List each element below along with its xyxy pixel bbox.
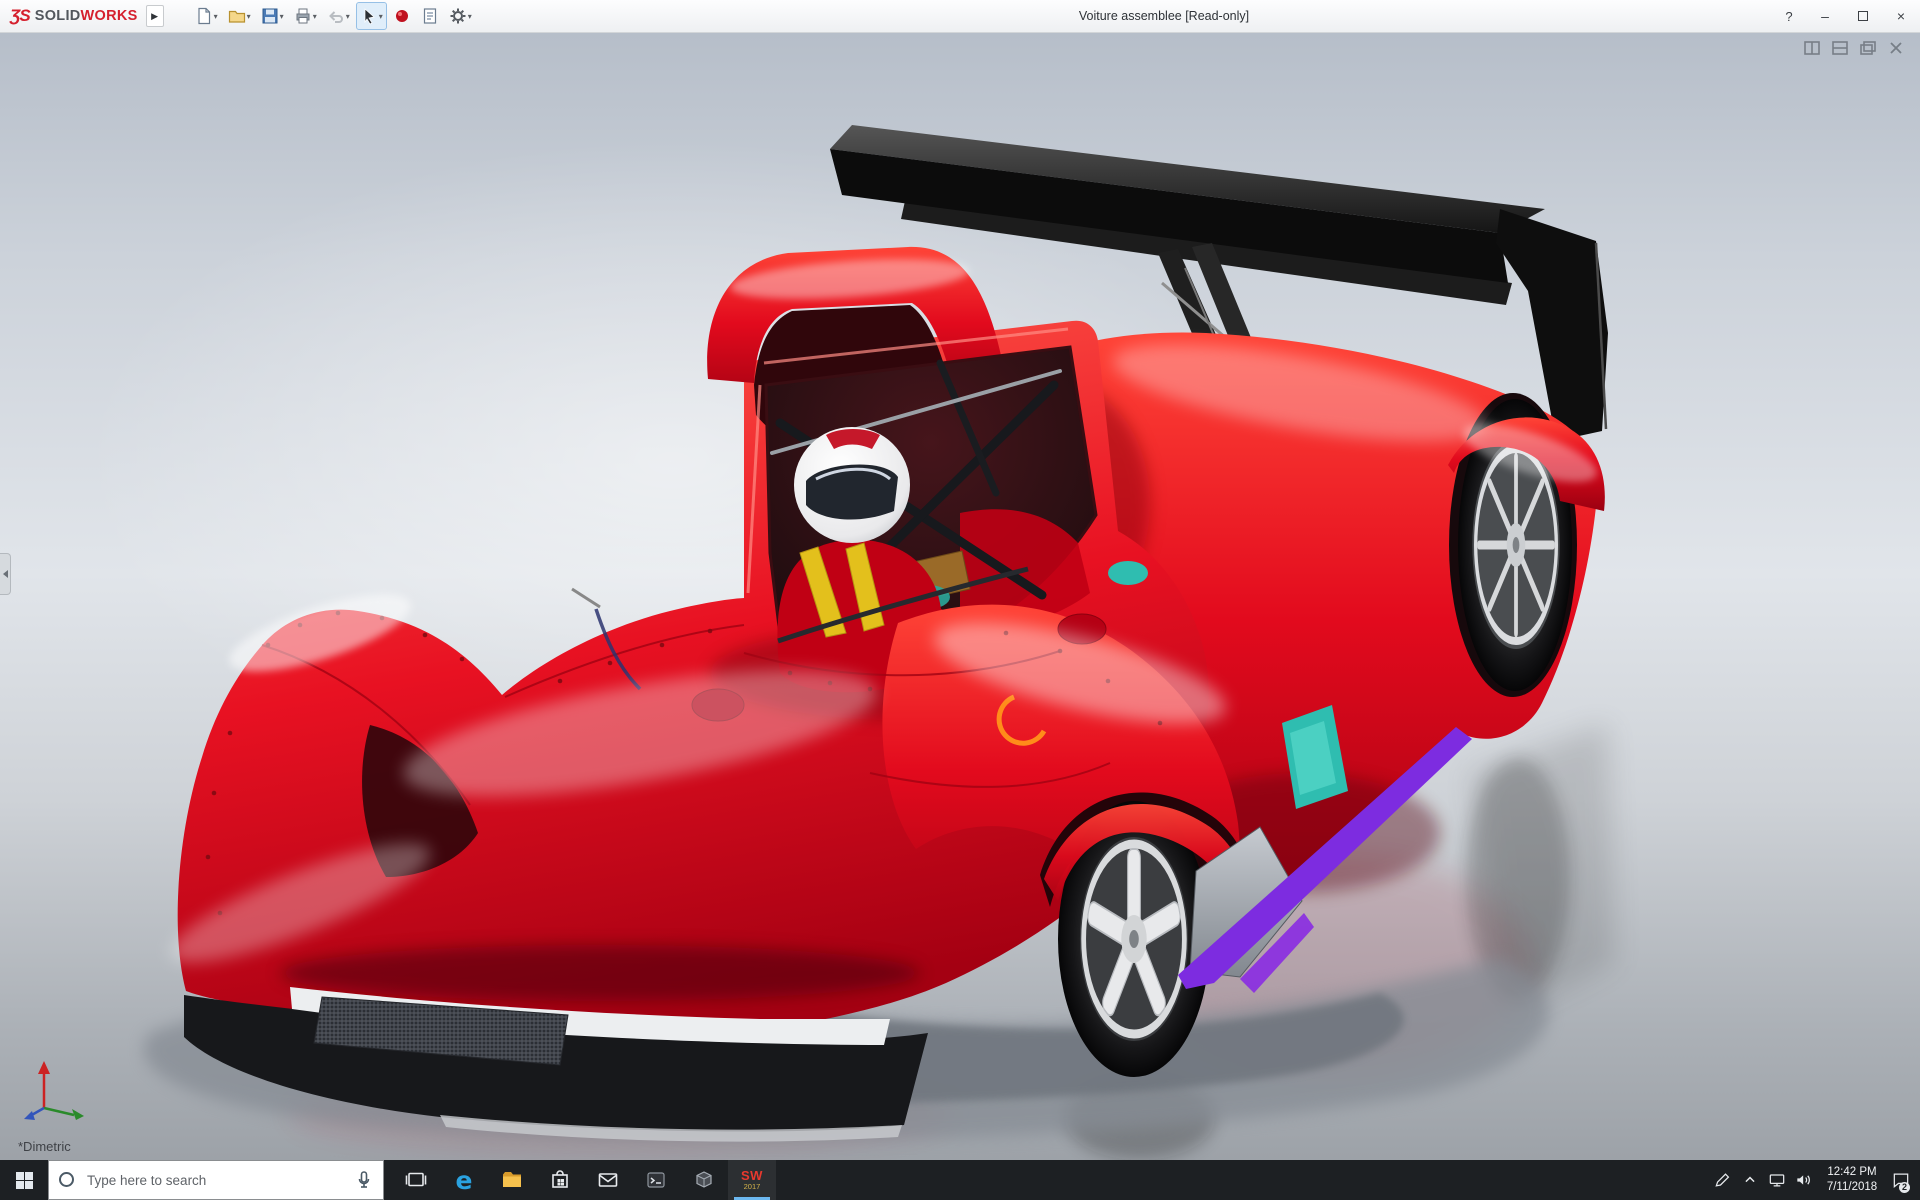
save-icon [262, 8, 278, 24]
new-document-button[interactable]: ▾ [192, 3, 221, 29]
volume-button[interactable] [1790, 1160, 1817, 1200]
chevron-down-icon: ▾ [213, 11, 218, 21]
viewport-restore-icon[interactable] [1858, 39, 1878, 57]
close-button[interactable]: × [1882, 0, 1920, 32]
edge-button[interactable]: e [440, 1160, 488, 1200]
cortana-circle-icon [59, 1172, 74, 1187]
print-icon [296, 8, 310, 24]
store-button[interactable] [536, 1160, 584, 1200]
terminal-icon [647, 1172, 665, 1188]
windows-ink-button[interactable] [1709, 1160, 1736, 1200]
new-document-icon [198, 7, 210, 25]
undo-button[interactable]: ▾ [324, 3, 353, 29]
windows-logo-icon [15, 1171, 33, 1189]
taskbar-search [48, 1160, 384, 1200]
hidden-icons-button[interactable] [1736, 1160, 1763, 1200]
file-properties-icon [423, 8, 436, 24]
solidworks-taskbar-button[interactable]: SW 2017 [728, 1160, 776, 1200]
undo-icon [328, 11, 343, 23]
start-button[interactable] [0, 1160, 48, 1200]
featuremanager-collapsed-tab[interactable] [0, 553, 11, 595]
taskbar-clock[interactable]: 12:42 PM 7/11/2018 [1817, 1165, 1887, 1195]
taskbar: e [0, 1160, 1920, 1200]
clock-time: 12:42 PM [1827, 1165, 1877, 1178]
network-button[interactable] [1763, 1160, 1790, 1200]
cube-icon [696, 1171, 712, 1188]
select-tool-button[interactable]: ▾ [355, 2, 387, 30]
action-center-button[interactable]: 2 [1887, 1160, 1914, 1200]
solidworks-icon: SW 2017 [741, 1168, 763, 1192]
chevron-down-icon: ▾ [279, 11, 284, 21]
orientation-triad [24, 1061, 84, 1120]
chevron-down-icon: ▾ [246, 11, 251, 21]
open-button[interactable]: ▾ [225, 3, 254, 29]
viewport-window-controls [1802, 39, 1906, 57]
triad-y-axis [38, 1061, 50, 1108]
rebuild-button[interactable] [390, 3, 414, 29]
front-wheel-rim [1079, 837, 1189, 1041]
save-button[interactable]: ▾ [258, 3, 287, 29]
store-bag-icon [552, 1170, 568, 1188]
window-controls: ? – × [1772, 0, 1920, 32]
restore-icon [1858, 11, 1868, 21]
viewport-split-horizontal-icon[interactable] [1830, 39, 1850, 57]
viewport-close-icon[interactable] [1886, 39, 1906, 57]
rebuild-icon [395, 10, 408, 22]
minimize-button[interactable]: – [1806, 0, 1844, 32]
chevron-up-icon [1744, 1176, 1755, 1183]
ds-logo-mark: ƷS [10, 6, 31, 25]
solidworks-logo: ƷS SOLIDWORKS [0, 6, 138, 26]
edge-icon: e [455, 1165, 473, 1195]
titlebar: ƷS SOLIDWORKS ▶ ▾ ▾ ▾ ▾ ▾ ▾ ▾ Voiture as… [0, 0, 1920, 33]
folder-icon [503, 1172, 521, 1187]
clock-date: 7/11/2018 [1826, 1181, 1878, 1193]
chevron-down-icon: ▾ [378, 11, 383, 21]
viewport-split-vertical-icon[interactable] [1802, 39, 1822, 57]
help-button[interactable]: ? [1772, 0, 1806, 32]
terminal-app-button[interactable] [632, 1160, 680, 1200]
pen-icon [1714, 1173, 1729, 1187]
brand-text: SOLIDWORKS [34, 8, 138, 24]
viewport-3d[interactable]: *Dimetric [0, 33, 1920, 1160]
options-gear-icon [450, 8, 466, 24]
task-view-button[interactable] [392, 1160, 440, 1200]
view-orientation-label: *Dimetric [18, 1139, 71, 1154]
notification-badge: 2 [1899, 1182, 1910, 1193]
triad-x-axis [43, 1106, 84, 1120]
quick-access-toolbar: ▾ ▾ ▾ ▾ ▾ ▾ ▾ [192, 2, 475, 30]
menu-flyout-button[interactable]: ▶ [145, 5, 164, 27]
chevron-down-icon: ▾ [312, 11, 317, 21]
chevron-right-icon: ▶ [151, 10, 159, 21]
app-window: ƷS SOLIDWORKS ▶ ▾ ▾ ▾ ▾ ▾ ▾ ▾ Voiture as… [0, 0, 1920, 1200]
search-input[interactable] [48, 1160, 384, 1200]
system-tray: 12:42 PM 7/11/2018 2 [1709, 1160, 1920, 1200]
speaker-icon [1796, 1175, 1810, 1185]
restore-button[interactable] [1844, 0, 1882, 32]
helmet-visor [806, 464, 898, 520]
triad-z-axis [24, 1106, 45, 1120]
cube-app-button[interactable] [680, 1160, 728, 1200]
open-folder-icon [228, 10, 245, 23]
window-title: Voiture assemblee [Read-only] [1078, 9, 1250, 23]
mail-button[interactable] [584, 1160, 632, 1200]
select-cursor-icon [364, 8, 375, 25]
car-3d-scene [143, 125, 1615, 1160]
options-button[interactable]: ▾ [446, 3, 475, 29]
file-properties-button[interactable] [418, 3, 442, 29]
task-view-icon [405, 1172, 427, 1187]
microphone-icon[interactable] [352, 1168, 376, 1192]
chevron-down-icon: ▾ [467, 11, 472, 21]
network-icon [1769, 1174, 1784, 1187]
mail-envelope-icon [598, 1173, 618, 1187]
print-button[interactable]: ▾ [291, 3, 320, 29]
chevron-down-icon: ▾ [345, 11, 350, 21]
file-explorer-button[interactable] [488, 1160, 536, 1200]
